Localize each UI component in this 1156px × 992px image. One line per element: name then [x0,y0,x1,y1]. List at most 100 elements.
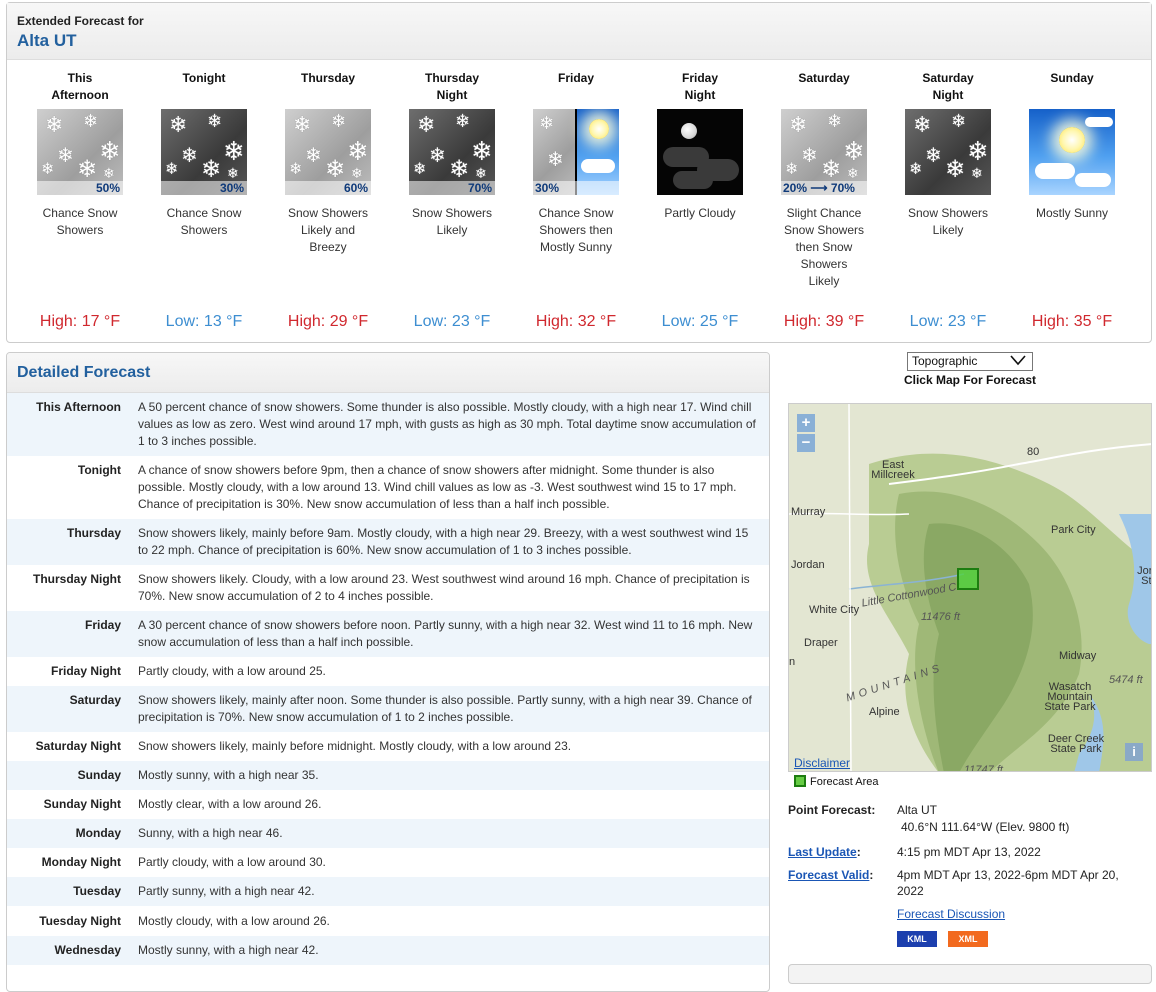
row-forecast-text: Sunny, with a high near 46. [138,826,283,840]
row-period-label: Tuesday [73,884,121,898]
precip-chance: 20% ⟶ 70% [783,181,855,195]
short-description: Chance Snow Showers then Mostly Sunny [514,205,638,256]
snow-showers-day-icon: ❄ ❄ ❄ ❄ ❄ ❄ ❄ 60% [285,109,371,195]
period-name-line: Saturday [922,71,974,85]
low-temp: Low: 13 °F [165,313,243,330]
period-name: Saturday [762,70,886,104]
forecast-discussion-link[interactable]: Forecast Discussion [897,907,1005,921]
period-name: Sunday [1010,70,1134,104]
last-update-link[interactable]: Last Update [788,845,857,859]
short-description-line: Chance Snow [166,206,242,220]
period-name: This Afternoon [18,70,142,104]
short-description-line: Snow Showers [907,206,989,220]
high-temp: High: 39 °F [783,313,865,330]
kml-button[interactable]: KML [897,931,937,947]
forecast-period[interactable]: Saturday Night ❄ ❄ ❄ ❄ ❄ ❄ ❄ Snow Showers Likely [886,70,1010,239]
map-hint: Click Map For Forecast [903,373,1037,387]
map-place-label: White City [809,604,860,616]
short-description: Snow Showers Likely and Breezy [266,205,390,256]
location-title: Alta UT [17,31,77,50]
short-description-line: Chance Snow [538,206,614,220]
detailed-forecast-row: Thursday Night Snow showers likely. Cloud… [7,565,769,611]
forecast-tombstones: This Afternoon ❄ ❄ ❄ ❄ ❄ ❄ ❄ 50% Chance Snow Shower… [7,60,1151,342]
point-forecast-name: Alta UT [897,803,938,817]
short-description-line: Snow Showers [783,223,865,237]
forecast-map[interactable]: + − East Millcreek Murray Park City Jordan J… [788,403,1152,772]
xml-button[interactable]: XML [948,931,988,947]
short-description-line: Likely [436,223,468,237]
row-period-label: Sunday Night [43,797,121,811]
info-icon[interactable]: i [1125,743,1143,761]
period-name-line: Thursday [300,71,355,85]
short-description-line: Showers then [539,223,613,237]
period-name-line: Night [932,88,964,102]
forecast-period[interactable]: Tonight ❄ ❄ ❄ ❄ ❄ ❄ ❄ 30% Chance Snow Showers [142,70,266,239]
short-description-line: Mostly Sunny [1035,206,1109,220]
forecast-period[interactable]: This Afternoon ❄ ❄ ❄ ❄ ❄ ❄ ❄ 50% Chance Snow Shower… [18,70,142,239]
row-period-label: Friday [84,618,121,632]
short-description-line: Likely [932,223,964,237]
row-forecast-text: Snow showers likely. Cloudy, with a low … [138,572,750,603]
forecast-valid-row: Forecast Valid: [788,868,873,882]
detailed-forecast-panel: Detailed Forecast This Afternoon A 50 per… [6,352,770,992]
short-description-line: Partly Cloudy [664,206,736,220]
short-description-line: Showers [800,257,848,271]
row-period-label: Saturday Night [35,739,121,753]
detailed-forecast-row: Tonight A chance of snow showers before 9… [7,456,769,519]
short-description: Slight Chance Snow Showers then Snow Shower… [762,205,886,290]
forecast-period[interactable]: Friday ❄ ❄ 30% Chance Snow Showers then Mostly… [514,70,638,256]
forecast-area-legend: Forecast Area [794,775,878,788]
forecast-valid-value-line2: 2022 [897,884,924,898]
map-place-label: Deer Creek State Park [1047,733,1105,755]
forecast-period[interactable]: Thursday ❄ ❄ ❄ ❄ ❄ ❄ ❄ 60% Snow Showers Likely and… [266,70,390,256]
map-place-label: Park City [1051,524,1096,536]
period-name: Tonight [142,70,266,104]
point-forecast-label: Point Forecast: [788,803,876,817]
forecast-period[interactable]: Thursday Night ❄ ❄ ❄ ❄ ❄ ❄ ❄ 70% Snow Showers Likel… [390,70,514,239]
period-name-line: Saturday [798,71,850,85]
map-place-label: 5474 ft [1109,674,1143,686]
map-place-label: Alpine [869,706,900,718]
high-temp: High: 17 °F [39,313,121,330]
detailed-forecast-row: Tuesday Night Mostly cloudy, with a low a… [7,906,769,936]
detailed-forecast-row: Saturday Night Snow showers likely, mainl… [7,732,769,761]
snow-showers-night-icon: ❄ ❄ ❄ ❄ ❄ ❄ ❄ 30% [161,109,247,195]
forecast-area-swatch [794,775,806,787]
forecast-period[interactable]: Saturday ❄ ❄ ❄ ❄ ❄ ❄ ❄ 20% ⟶ 70% Slight Chance Sno… [762,70,886,290]
map-place-label: 80 [1027,446,1040,458]
row-period-label: Wednesday [54,943,121,957]
row-forecast-text: A 50 percent chance of snow showers. Som… [138,400,756,448]
mostly-sunny-icon [1029,109,1115,195]
extended-forecast-header: Extended Forecast for Alta UT [7,3,1151,60]
detailed-forecast-row: Wednesday Mostly sunny, with a high near … [7,936,769,965]
row-forecast-text: Partly sunny, with a high near 42. [138,884,315,898]
zoom-out-button[interactable]: − [797,434,815,452]
forecast-area-marker[interactable] [957,568,979,590]
forecast-valid-value-line1: 4pm MDT Apr 13, 2022-6pm MDT Apr 20, [897,868,1119,882]
row-period-label: Monday [75,826,121,840]
partly-cloudy-night-icon [657,109,743,195]
forecast-valid-link[interactable]: Forecast Valid [788,868,869,882]
row-forecast-text: Snow showers likely, mainly before midni… [138,739,572,753]
map-type-select[interactable]: Topographic [907,352,1033,371]
row-period-label: Tonight [77,463,121,477]
row-forecast-text: Snow showers likely, mainly after noon. … [138,693,752,724]
short-description-line: Showers [56,223,104,237]
disclaimer-link[interactable]: Disclaimer [794,756,850,770]
short-description: Snow Showers Likely [390,205,514,239]
period-name: Friday Night [638,70,762,104]
forecast-period[interactable]: Friday Night Partly Cloudy [638,70,762,222]
period-name: Thursday [266,70,390,104]
short-description: Snow Showers Likely [886,205,1010,239]
forecast-period[interactable]: Sunday Mostly Sunny [1010,70,1134,222]
row-period-label: Tuesday Night [39,914,121,928]
short-description-line: Showers [180,223,228,237]
short-description: Chance Snow Showers [18,205,142,239]
row-period-label: Sunday [77,768,121,782]
row-forecast-text: Snow showers likely, mainly before 9am. … [138,526,749,557]
low-temp: Low: 23 °F [413,313,491,330]
map-place-label: East Millcreek [871,459,915,481]
zoom-in-button[interactable]: + [797,414,815,432]
last-update-value: 4:15 pm MDT Apr 13, 2022 [897,845,1041,859]
row-period-label: This Afternoon [36,400,121,414]
